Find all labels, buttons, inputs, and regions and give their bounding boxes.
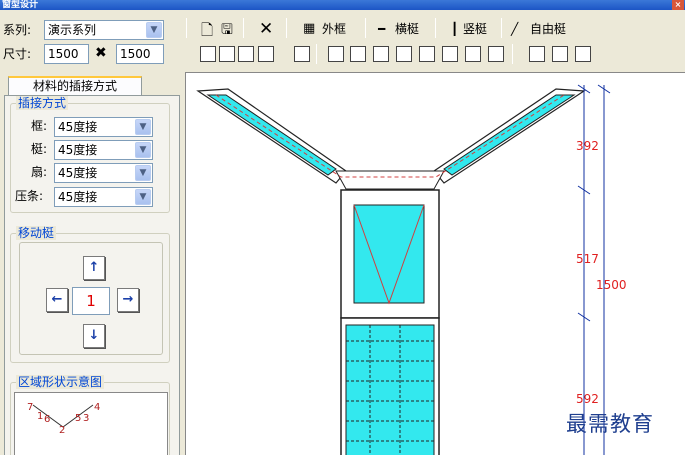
region-num: 2: [59, 425, 65, 436]
split-4-icon[interactable]: [258, 46, 274, 62]
sash-join-value: 45度接: [58, 166, 98, 180]
triangle-left-icon[interactable]: [328, 46, 344, 62]
free-mullion-icon: ╱: [511, 22, 519, 36]
hourglass-icon[interactable]: [488, 46, 504, 62]
region-num: 4: [94, 402, 100, 413]
split-h-icon[interactable]: [294, 46, 310, 62]
frame-join-value: 45度接: [58, 120, 98, 134]
sash-type-icon[interactable]: [200, 46, 216, 62]
height-input[interactable]: 1500: [116, 44, 164, 64]
delete-icon[interactable]: ✕: [259, 19, 273, 39]
dim-total: 1500: [596, 278, 627, 292]
new-file-icon[interactable]: 🗋: [201, 20, 213, 40]
title-bar: 窗型设计 ×: [0, 0, 685, 10]
mullion-join-select[interactable]: 45度接 ▼: [54, 140, 153, 160]
times-icon: ✖: [95, 45, 107, 61]
outer-frame-icon: ▦: [303, 21, 316, 36]
arrow-down-icon[interactable]: ↓: [83, 324, 105, 348]
arrow-left-icon[interactable]: ←: [46, 288, 68, 312]
region-group-title: 区域形状示意图: [16, 375, 105, 389]
series-value: 演示系列: [48, 23, 97, 37]
watermark: 最需教育: [566, 412, 654, 436]
region-num: 7: [27, 402, 33, 413]
horizontal-mullion-icon: ━: [378, 22, 386, 36]
free-mullion-button[interactable]: 自由梃: [530, 19, 566, 39]
tab-join-method[interactable]: 材料的插接方式: [8, 76, 142, 96]
diamond-icon[interactable]: [419, 46, 435, 62]
toolbar-separator: [512, 44, 513, 64]
chevron-down-icon[interactable]: ▼: [135, 119, 151, 135]
sash-join-label: 扇:: [31, 165, 48, 179]
close-button[interactable]: ×: [672, 0, 684, 10]
toolbar-separator: [435, 18, 436, 38]
dim-592: 592: [576, 392, 599, 406]
split-3-icon[interactable]: [238, 46, 254, 62]
bead-join-select[interactable]: 45度接 ▼: [54, 187, 153, 207]
drawing-canvas[interactable]: 392 517 592 1500: [185, 72, 685, 455]
split-2-icon[interactable]: [219, 46, 235, 62]
series-label: 系列:: [3, 23, 32, 37]
region-num: 5: [75, 413, 81, 424]
toolbar-separator: [316, 44, 317, 64]
vertical-mullion-icon: ┃: [451, 22, 459, 36]
region-num: 6: [44, 414, 50, 425]
bead-join-label: 压条:: [15, 189, 44, 203]
triangle-down-icon[interactable]: [396, 46, 412, 62]
mullion-join-label: 梃:: [31, 142, 48, 156]
size-label: 尺寸:: [3, 47, 32, 61]
chevron-down-icon[interactable]: ▼: [135, 142, 151, 158]
dim-517: 517: [576, 252, 599, 266]
width-input[interactable]: 1500: [44, 44, 89, 64]
window-title: 窗型设计: [2, 0, 39, 10]
region-num: 1: [37, 411, 43, 422]
series-select[interactable]: 演示系列 ▼: [44, 20, 164, 40]
dim-392: 392: [576, 139, 599, 153]
move-value[interactable]: 1: [72, 287, 110, 315]
chevron-down-icon[interactable]: ▼: [135, 189, 151, 205]
region-shape: 7 1 6 2 5 3 4: [27, 402, 100, 436]
window: 窗型设计 × 系列: 演示系列 ▼ 尺寸: 1500 ✖ 1500 🗋 🖫 ✕ …: [0, 0, 685, 455]
move-group-title: 移动梃: [16, 226, 57, 240]
outer-frame-button[interactable]: 外框: [322, 19, 346, 39]
octagon-icon[interactable]: [442, 46, 458, 62]
sash-join-select[interactable]: 45度接 ▼: [54, 163, 153, 183]
grid-icon[interactable]: [552, 46, 568, 62]
lines-icon[interactable]: [529, 46, 545, 62]
left-arm-glass: [206, 94, 337, 176]
bead-join-value: 45度接: [58, 190, 98, 204]
arch-icon[interactable]: [575, 46, 591, 62]
chevron-down-icon[interactable]: ▼: [135, 165, 151, 181]
vertical-mullion-button[interactable]: 竖梃: [463, 19, 487, 39]
junction: [335, 170, 445, 190]
sash-glass: [353, 204, 425, 304]
arrow-right-icon[interactable]: →: [117, 288, 139, 312]
cross-icon[interactable]: [465, 46, 481, 62]
chevron-down-icon[interactable]: ▼: [146, 22, 162, 38]
toolbar-separator: [243, 18, 244, 38]
toolbar-separator: [501, 18, 502, 38]
frame-join-label: 框:: [31, 119, 48, 133]
save-icon[interactable]: 🖫: [221, 20, 233, 40]
arrow-up-icon[interactable]: ↑: [83, 256, 105, 280]
join-group-title: 插接方式: [16, 96, 69, 110]
window-drawing: 392 517 592 1500: [196, 84, 627, 455]
frame-join-select[interactable]: 45度接 ▼: [54, 117, 153, 137]
mullion-join-value: 45度接: [58, 143, 98, 157]
toolbar-separator: [365, 18, 366, 38]
triangle-right-icon[interactable]: [350, 46, 366, 62]
region-num: 3: [83, 413, 89, 424]
toolbar-separator: [286, 18, 287, 38]
triangle-up-icon[interactable]: [373, 46, 389, 62]
right-arm-glass: [443, 94, 576, 176]
lower-glass: [345, 324, 435, 455]
toolbar-separator: [186, 18, 187, 38]
horizontal-mullion-button[interactable]: 横梃: [395, 19, 419, 39]
region-preview: 7 1 6 2 5 3 4: [14, 392, 168, 455]
